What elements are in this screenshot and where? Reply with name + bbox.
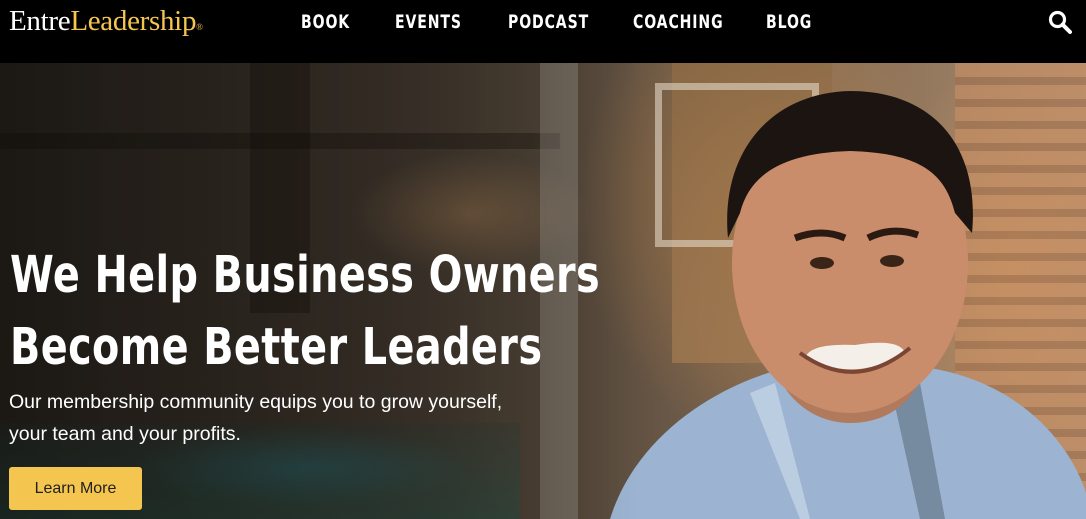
hero-subtitle: Our membership community equips you to g… xyxy=(9,386,569,450)
entreleadership-logo[interactable]: EntreLeadership® xyxy=(9,3,203,39)
headline-line-2: Become Better Leaders xyxy=(10,318,543,377)
nav-item-book[interactable]: BOOK xyxy=(301,10,350,34)
subtitle-line-1: Our membership community equips you to g… xyxy=(9,391,503,413)
nav-item-podcast[interactable]: PODCAST xyxy=(508,10,589,34)
subtitle-line-2: your team and your profits. xyxy=(9,423,241,445)
learn-more-button[interactable]: Learn More xyxy=(9,467,142,510)
nav-item-coaching[interactable]: COACHING xyxy=(633,10,724,34)
nav-item-blog[interactable]: BLOG xyxy=(766,10,812,34)
registered-mark: ® xyxy=(196,22,203,32)
hero-headline: We Help Business Owners Become Better Le… xyxy=(10,240,600,384)
search-icon[interactable] xyxy=(1047,9,1073,35)
top-navigation: EntreLeadership® BOOK EVENTS PODCAST COA… xyxy=(0,0,1086,63)
logo-part-entre: Entre xyxy=(9,5,71,37)
nav-item-events[interactable]: EVENTS xyxy=(395,10,462,34)
smiling-man-photo xyxy=(610,91,1086,519)
logo-part-leadership: Leadership xyxy=(70,5,197,37)
headline-line-1: We Help Business Owners xyxy=(10,246,601,305)
